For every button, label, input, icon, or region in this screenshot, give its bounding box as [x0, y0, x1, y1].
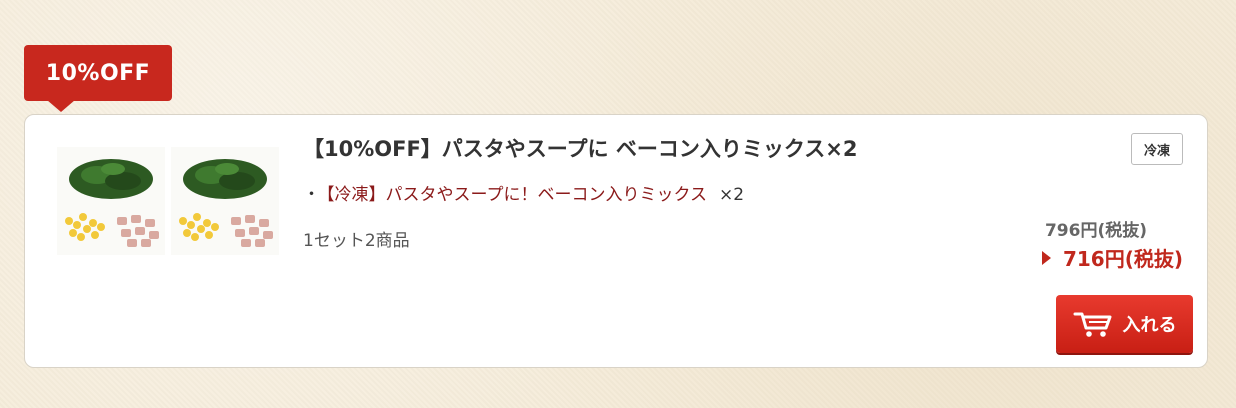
- add-to-cart-button[interactable]: 入れる: [1056, 295, 1193, 353]
- sale-price: 716円(税抜): [1041, 243, 1183, 272]
- product-card: 【10%OFF】パスタやスープに ベーコン入りミックス×2 冷凍 ・【冷凍】パス…: [24, 114, 1208, 368]
- cart-icon: [1073, 310, 1113, 338]
- frozen-storage-tag: 冷凍: [1131, 133, 1183, 165]
- sale-price-value: 716円(税抜): [1062, 247, 1183, 271]
- add-to-cart-label: 入れる: [1122, 315, 1177, 336]
- triangle-right-icon: [1041, 250, 1051, 265]
- product-thumbnail-2[interactable]: [171, 147, 279, 255]
- product-image-icon: [57, 147, 165, 255]
- product-thumbnail-1[interactable]: [57, 147, 165, 255]
- original-price: 796円(税抜): [1044, 221, 1147, 241]
- included-item-quantity: ×2: [718, 185, 745, 205]
- product-image-icon: [171, 147, 279, 255]
- included-item: ・【冷凍】パスタやスープに！ベーコン入りミックス ×2: [303, 180, 744, 205]
- included-item-link[interactable]: 【冷凍】パスタやスープに！ベーコン入りミックス: [326, 185, 707, 205]
- discount-badge-pointer: [47, 100, 75, 112]
- product-title[interactable]: 【10%OFF】パスタやスープに ベーコン入りミックス×2: [303, 133, 857, 163]
- item-bullet: ・: [303, 185, 320, 205]
- discount-badge: 10%OFF: [24, 45, 172, 101]
- set-info: 1セット2商品: [303, 231, 410, 251]
